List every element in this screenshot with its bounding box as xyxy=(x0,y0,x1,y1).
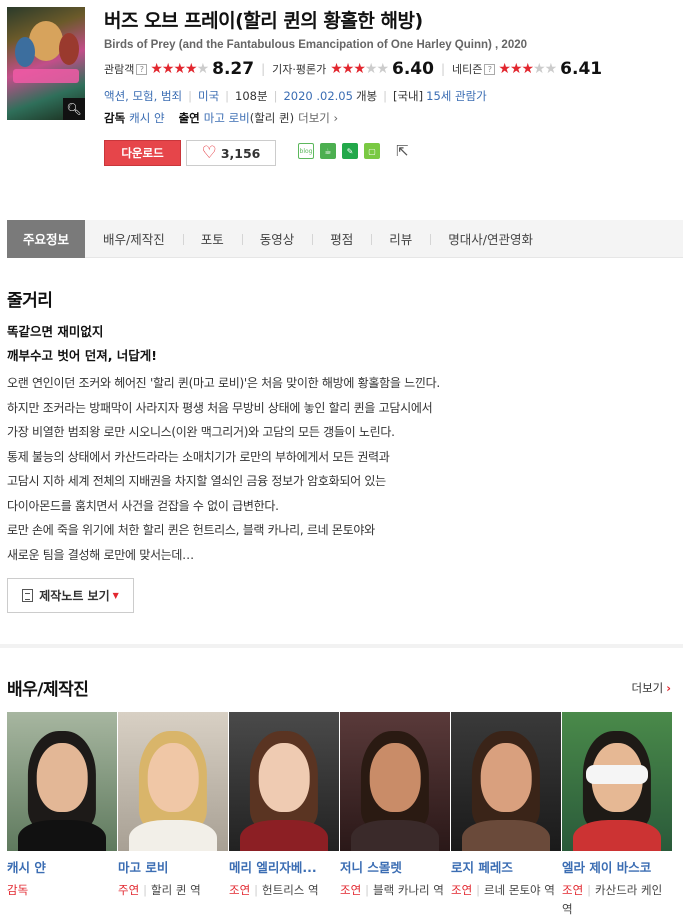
tab-videos[interactable]: 동영상 xyxy=(241,220,313,258)
synopsis-tagline: 깨부수고 벗어 던져, 너답게! xyxy=(7,348,158,363)
critic-rating-label: 기자·평론가 xyxy=(272,63,327,76)
person-name[interactable]: 엘라 제이 바스코 xyxy=(562,857,673,876)
age-rating-link[interactable]: 15세 관람가 xyxy=(426,88,487,104)
character-name: 르네 몬토야 역 xyxy=(484,883,555,897)
director-link[interactable]: 캐시 얀 xyxy=(129,110,164,126)
cast-role: (할리 퀸) xyxy=(249,111,295,125)
cast-header: 배우/제작진 더보기 › xyxy=(7,675,671,700)
section-divider xyxy=(0,644,683,648)
production-notes-button[interactable]: 제작노트 보기 ▼ xyxy=(7,578,134,613)
person-name[interactable]: 마고 로비 xyxy=(118,857,229,876)
cast-list: 캐시 얀 감독 마고 로비 주연 | 할리 퀸 역 메리 엘리자베... 조연 | 헌트… xyxy=(7,712,673,919)
person-name[interactable]: 메리 엘리자베... xyxy=(229,857,340,876)
critic-score: 6.40 xyxy=(392,59,434,79)
share-buttons: blog ☕ ✎ ▢ ⇱ xyxy=(298,142,409,160)
synopsis-body: 오랜 연인이던 조커와 헤어진 '할리 퀸(마고 로비)'은 처음 맞이한 해방… xyxy=(7,376,440,562)
bookmark-share-icon[interactable]: ✎ xyxy=(342,143,358,159)
genre-link[interactable]: 액션, 모험, 범죄 xyxy=(104,88,182,104)
like-count: 3,156 xyxy=(220,145,261,161)
synopsis-heading: 줄거리 xyxy=(7,291,53,311)
credits-row: 감독 캐시 얀 출연 마고 로비 (할리 퀸) 더보기 › xyxy=(104,110,683,126)
chevron-right-icon: › xyxy=(666,680,671,695)
zoom-icon[interactable]: 🔍︎ xyxy=(63,98,85,120)
person-photo[interactable] xyxy=(562,712,672,851)
netizen-score: 6.41 xyxy=(560,59,603,79)
person-photo[interactable] xyxy=(229,712,339,851)
cast-heading: 배우/제작진 xyxy=(7,680,89,700)
person-photo[interactable] xyxy=(451,712,561,851)
person-name[interactable]: 캐시 얀 xyxy=(7,857,118,876)
heart-icon: ♡ xyxy=(201,142,217,163)
person-photo[interactable] xyxy=(118,712,228,851)
caret-down-icon: ▼ xyxy=(112,591,119,600)
cast-card[interactable]: 메리 엘리자베... 조연 | 헌트리스 역 xyxy=(229,712,340,919)
critic-stars: ★★★★★ xyxy=(330,61,389,77)
director-label: 감독 xyxy=(104,111,126,125)
tab-main-info[interactable]: 주요정보 xyxy=(7,219,86,258)
cast-label: 출연 xyxy=(178,111,200,125)
runtime: 108분 xyxy=(235,89,268,103)
netizen-stars: ★★★★★ xyxy=(498,61,557,77)
netizen-rating-label: 네티즌 xyxy=(452,63,483,76)
cast-card[interactable]: 로지 페레즈 조연 | 르네 몬토야 역 xyxy=(451,712,562,919)
help-icon[interactable]: ? xyxy=(484,63,496,75)
audience-stars: ★★★★★ xyxy=(150,61,209,77)
synopsis-section: 줄거리 똑같으면 재미없지 깨부수고 벗어 던져, 너답게! 오랜 연인이던 조… xyxy=(7,286,683,613)
character-name: 블랙 카나리 역 xyxy=(373,883,444,897)
blog-share-icon[interactable]: blog xyxy=(298,143,314,159)
rating-region: [국내] xyxy=(392,89,424,103)
person-name[interactable]: 로지 페레즈 xyxy=(451,857,562,876)
person-type: 감독 xyxy=(7,883,29,897)
tab-quotes-related[interactable]: 명대사/연관영화 xyxy=(430,220,551,258)
country-link[interactable]: 미국 xyxy=(198,88,219,104)
ratings-row: 관람객 ? ★★★★★ 8.27 | 기자·평론가 ★★★★★ 6.40 | 네… xyxy=(104,59,603,79)
tab-photos[interactable]: 포토 xyxy=(182,220,242,258)
release-suffix: 개봉 xyxy=(355,89,378,103)
synopsis-tagline: 똑같으면 재미없지 xyxy=(7,324,104,339)
tab-reviews[interactable]: 리뷰 xyxy=(371,220,430,258)
credits-more-link[interactable]: 더보기 › xyxy=(298,110,338,126)
cast-card[interactable]: 저니 스몰렛 조연 | 블랙 카나리 역 xyxy=(340,712,451,919)
person-name[interactable]: 저니 스몰렛 xyxy=(340,857,451,876)
movie-meta: 액션, 모험, 범죄 | 미국 | 108분 | 2020 .02.05 개봉 … xyxy=(104,88,487,104)
document-icon xyxy=(22,589,34,602)
cast-card[interactable]: 캐시 얀 감독 xyxy=(7,712,118,919)
movie-original-title: Birds of Prey (and the Fantabulous Emanc… xyxy=(104,39,528,51)
cast-card[interactable]: 엘라 제이 바스코 조연 | 카산드라 케인 역 xyxy=(562,712,673,919)
character-name: 헌트리스 역 xyxy=(262,883,319,897)
audience-rating-label: 관람객 xyxy=(104,63,135,76)
like-button[interactable]: ♡ 3,156 xyxy=(186,140,276,166)
cafe-share-icon[interactable]: ☕ xyxy=(320,143,336,159)
tab-cast-crew[interactable]: 배우/제작진 xyxy=(85,220,183,258)
movie-title: 버즈 오브 프레이(할리 퀸의 황홀한 해방) xyxy=(104,10,423,32)
movie-header: 🔍︎ 버즈 오브 프레이(할리 퀸의 황홀한 해방) Birds of Prey… xyxy=(0,0,683,200)
audience-score: 8.27 xyxy=(212,59,255,79)
cast-link[interactable]: 마고 로비 xyxy=(204,110,250,126)
person-photo[interactable] xyxy=(340,712,450,851)
character-name: 할리 퀸 역 xyxy=(151,883,201,897)
share-icon[interactable]: ⇱ xyxy=(396,142,409,160)
cast-more-link[interactable]: 더보기 › xyxy=(632,680,672,696)
help-icon[interactable]: ? xyxy=(136,63,148,75)
release-date-link[interactable]: 2020 .02.05 xyxy=(283,89,353,103)
movie-tabs: 주요정보 배우/제작진 포토 동영상 평점 리뷰 명대사/연관영화 xyxy=(7,219,683,258)
band-share-icon[interactable]: ▢ xyxy=(364,143,380,159)
person-photo[interactable] xyxy=(7,712,117,851)
tab-ratings[interactable]: 평점 xyxy=(312,220,371,258)
movie-poster[interactable]: 🔍︎ xyxy=(7,7,85,120)
download-button[interactable]: 다운로드 xyxy=(104,140,181,166)
cast-card[interactable]: 마고 로비 주연 | 할리 퀸 역 xyxy=(118,712,229,919)
